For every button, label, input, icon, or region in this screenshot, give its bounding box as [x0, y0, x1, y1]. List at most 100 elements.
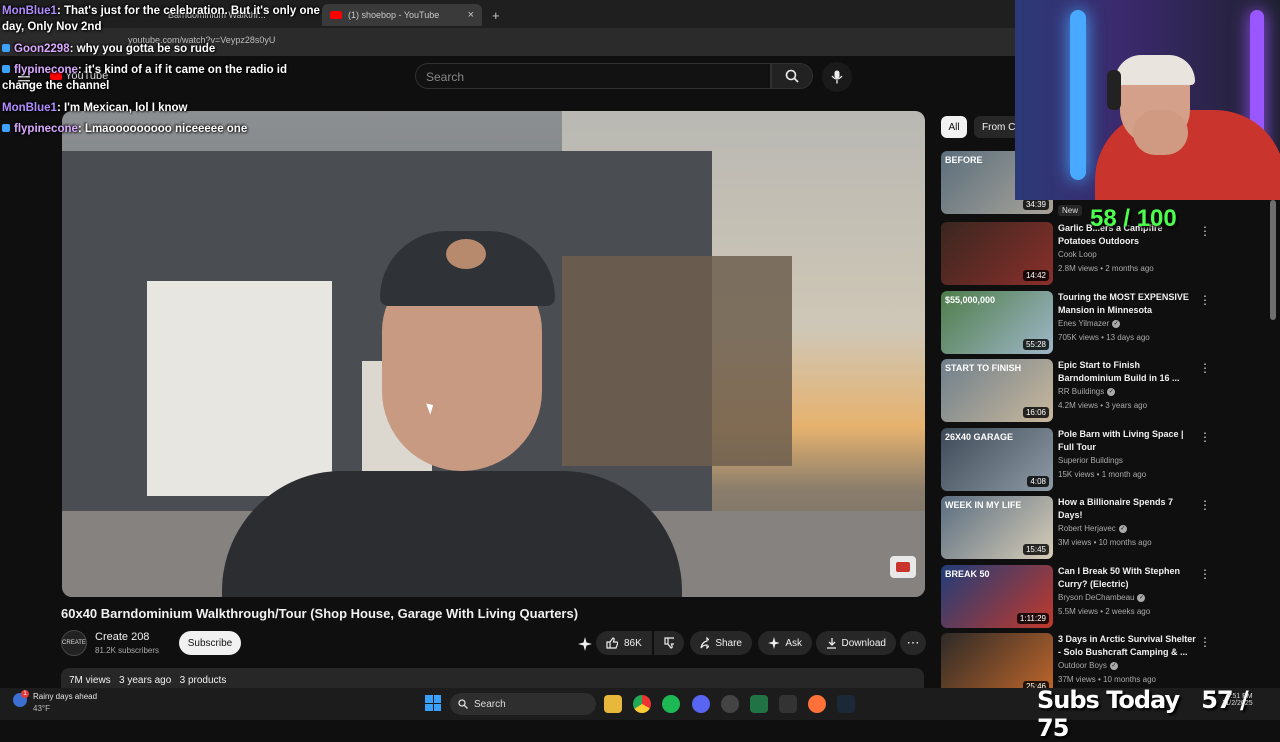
- video-player[interactable]: [62, 111, 925, 597]
- scrollbar[interactable]: [1270, 200, 1276, 320]
- recommendation-channel[interactable]: Cook Loop: [1058, 250, 1097, 259]
- discord-icon[interactable]: [692, 695, 710, 713]
- verified-icon: ✓: [1118, 524, 1127, 533]
- recommendation-channel[interactable]: Superior Buildings: [1058, 456, 1123, 465]
- duration-badge: 16:06: [1022, 407, 1049, 418]
- weather-temp: 43°F: [33, 704, 50, 713]
- more-horizontal-icon: ⋯: [906, 635, 920, 650]
- video-thumbnail[interactable]: $55,000,000 55:28: [941, 291, 1053, 354]
- thumbs-down-icon: [664, 637, 674, 649]
- firefox-icon[interactable]: [808, 695, 826, 713]
- microphone-icon: [831, 70, 843, 84]
- recommendation-item[interactable]: WEEK IN MY LIFE 15:45 How a Billionaire Sp…: [941, 496, 1261, 559]
- channel-label: Cook Loop: [1058, 250, 1097, 259]
- browser-tab-active[interactable]: (1) shoebop - YouTube ×: [322, 4, 482, 26]
- video-thumbnail[interactable]: 14:42: [941, 222, 1053, 285]
- recommendation-title[interactable]: Epic Start to Finish Barndominium Build …: [1058, 359, 1198, 385]
- more-vertical-icon[interactable]: ⋮: [1199, 361, 1211, 375]
- search-input[interactable]: Search: [415, 63, 771, 89]
- more-vertical-icon[interactable]: ⋮: [1199, 498, 1211, 512]
- search-icon: [458, 699, 468, 709]
- spotify-icon[interactable]: [662, 695, 680, 713]
- more-vertical-icon[interactable]: ⋮: [1199, 224, 1211, 238]
- steam-icon[interactable]: [837, 695, 855, 713]
- channel-watermark-icon[interactable]: [890, 556, 916, 578]
- duration-badge: 55:28: [1022, 339, 1049, 350]
- excel-icon[interactable]: [750, 695, 768, 713]
- more-vertical-icon[interactable]: ⋮: [1199, 293, 1211, 307]
- chip-from-creator[interactable]: From Cr: [974, 116, 1015, 138]
- channel-avatar[interactable]: CREATE: [61, 630, 87, 656]
- taskbar-search[interactable]: Search: [450, 693, 596, 715]
- voice-search-button[interactable]: [822, 62, 852, 92]
- ask-label: Ask: [785, 637, 802, 649]
- chat-message: flypinecone: Lmaooooooooo niceeeee one: [2, 121, 247, 137]
- ask-button[interactable]: Ask: [758, 631, 812, 655]
- recommendation-title[interactable]: 3 Days in Arctic Survival Shelter - Solo…: [1058, 633, 1198, 659]
- clock-time: 9:51 PM: [1226, 693, 1253, 700]
- recommendation-channel[interactable]: Enes Yilmazer ✓: [1058, 319, 1121, 328]
- channel-label: RR Buildings: [1058, 387, 1105, 396]
- download-button[interactable]: Download: [816, 631, 896, 655]
- video-thumbnail[interactable]: WEEK IN MY LIFE 15:45: [941, 496, 1053, 559]
- video-title: 60x40 Barndominium Walkthrough/Tour (Sho…: [61, 606, 579, 621]
- chat-text: : Lmaooooooooo niceeeee one: [77, 123, 248, 135]
- youtube-favicon-icon: [330, 11, 342, 19]
- notification-badge: 1: [21, 690, 29, 698]
- subs-today-label: Subs Today: [1037, 686, 1180, 714]
- recommendation-item[interactable]: START TO FINISH 16:06 Epic Start to Finish…: [941, 359, 1261, 422]
- recommendation-channel[interactable]: Bryson DeChambeau ✓: [1058, 593, 1146, 602]
- chat-message: MonBlue1: I'm Mexican, lol I know: [2, 100, 188, 116]
- duration-badge: 14:42: [1022, 270, 1049, 281]
- download-label: Download: [841, 637, 886, 649]
- weather-text[interactable]: Rainy days ahead: [33, 692, 97, 701]
- led-light-left: [1070, 10, 1086, 180]
- chat-text: : I'm Mexican, lol I know: [56, 102, 188, 114]
- recommendation-item[interactable]: $55,000,000 55:28 Touring the MOST EXPENSI…: [941, 291, 1261, 354]
- verified-icon: ✓: [1107, 387, 1116, 396]
- recommendation-title[interactable]: Can I Break 50 With Stephen Curry? (Elec…: [1058, 565, 1198, 591]
- recommendation-title[interactable]: How a Billionaire Spends 7 Days!: [1058, 496, 1198, 522]
- video-thumbnail[interactable]: BREAK 50 1:11:29: [941, 565, 1053, 628]
- app-icon[interactable]: [779, 695, 797, 713]
- close-tab-icon[interactable]: ×: [468, 9, 474, 21]
- more-vertical-icon[interactable]: ⋮: [1199, 430, 1211, 444]
- recommendation-title[interactable]: Touring the MOST EXPENSIVE Mansion in Mi…: [1058, 291, 1198, 317]
- duration-badge: 34:39: [1022, 199, 1049, 210]
- recommendation-title[interactable]: Pole Barn with Living Space | Full Tour: [1058, 428, 1198, 454]
- chat-text: : why you gotta be so rude: [69, 43, 216, 55]
- recommendation-item[interactable]: BREAK 50 1:11:29 Can I Break 50 With Steph…: [941, 565, 1261, 628]
- dislike-button[interactable]: [654, 631, 684, 655]
- video-thumbnail[interactable]: 26X40 GARAGE 4:08: [941, 428, 1053, 491]
- cap-patch: [446, 239, 486, 269]
- more-actions-button[interactable]: ⋯: [900, 631, 926, 655]
- webcam-overlay: [1015, 0, 1280, 200]
- share-button[interactable]: Share: [690, 631, 752, 655]
- channel-label: Outdoor Boys: [1058, 661, 1107, 670]
- recommendation-item[interactable]: 26X40 GARAGE 4:08 Pole Barn with Living Sp…: [941, 428, 1261, 491]
- chrome-icon[interactable]: [633, 695, 651, 713]
- recommendation-meta: 2.8M views • 2 months ago: [1058, 264, 1154, 273]
- recommendation-meta: 15K views • 1 month ago: [1058, 470, 1147, 479]
- duration-badge: 1:11:29: [1016, 613, 1049, 624]
- clock-date: 11/2/2025: [1222, 700, 1253, 707]
- taskbar-clock[interactable]: 9:51 PM 11/2/2025: [1222, 693, 1253, 707]
- subscribe-button[interactable]: Subscribe: [179, 631, 241, 655]
- recommendation-channel[interactable]: Robert Herjavec ✓: [1058, 524, 1127, 533]
- recommendation-channel[interactable]: Outdoor Boys ✓: [1058, 661, 1118, 670]
- products-link[interactable]: 3 products: [180, 675, 227, 686]
- like-button[interactable]: 86K: [596, 631, 652, 655]
- video-thumbnail[interactable]: START TO FINISH 16:06: [941, 359, 1053, 422]
- windows-start-icon[interactable]: [425, 695, 441, 711]
- chip-all[interactable]: All: [941, 116, 967, 138]
- file-explorer-icon[interactable]: [604, 695, 622, 713]
- more-vertical-icon[interactable]: ⋮: [1199, 567, 1211, 581]
- obs-icon[interactable]: [721, 695, 739, 713]
- new-tab-button[interactable]: +: [484, 4, 504, 26]
- recommendation-meta: 5.5M views • 2 weeks ago: [1058, 607, 1151, 616]
- sparkle-icon[interactable]: [578, 637, 592, 656]
- channel-name[interactable]: Create 208: [95, 631, 149, 643]
- recommendation-channel[interactable]: RR Buildings ✓: [1058, 387, 1116, 396]
- search-button[interactable]: [771, 63, 813, 89]
- more-vertical-icon[interactable]: ⋮: [1199, 635, 1211, 649]
